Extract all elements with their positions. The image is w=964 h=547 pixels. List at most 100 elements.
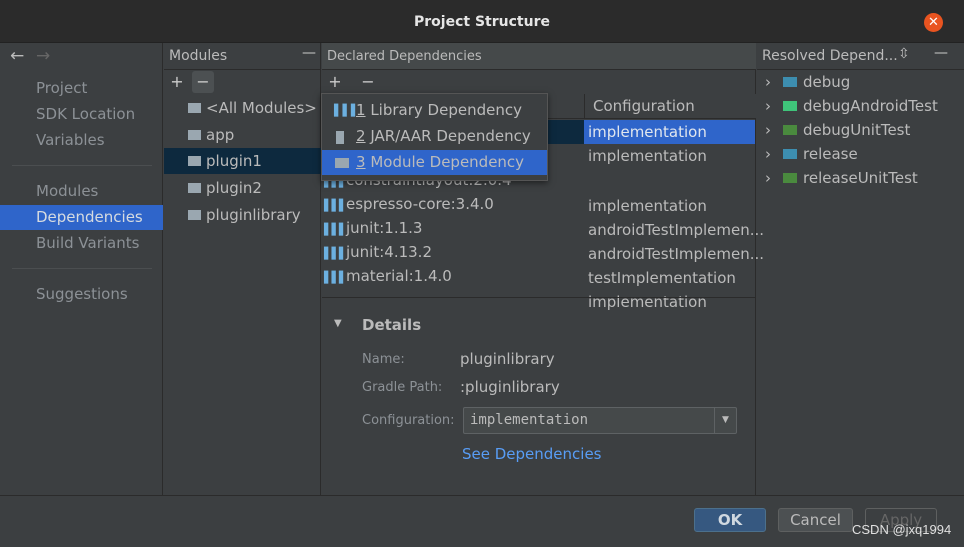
- module-label: plugin2: [206, 179, 262, 197]
- ok-button[interactable]: OK: [694, 508, 766, 532]
- module-item-pluginlibrary[interactable]: pluginlibrary: [188, 202, 301, 228]
- sidebar: ← → Project SDK Location Variables Modul…: [0, 43, 163, 495]
- sidebar-item-suggestions[interactable]: Suggestions: [0, 282, 163, 307]
- module-item-all[interactable]: <All Modules>: [188, 95, 317, 121]
- module-item-plugin2[interactable]: plugin2: [188, 175, 262, 201]
- sidebar-item-dependencies[interactable]: Dependencies: [0, 205, 163, 230]
- resolved-dependencies-panel: Resolved Depend... ⇳ — › debug › debugAndr…: [757, 43, 964, 495]
- menu-mnemonic: 3: [356, 153, 366, 171]
- remove-dependency-button[interactable]: −: [357, 71, 379, 93]
- library-icon: ▌▌▌: [324, 247, 347, 260]
- back-arrow-icon[interactable]: ←: [10, 46, 24, 66]
- module-label: <All Modules>: [206, 99, 317, 117]
- tree-label: releaseUnitTest: [803, 169, 918, 187]
- sidebar-item-sdk-location[interactable]: SDK Location: [0, 102, 163, 127]
- folder-icon: [188, 103, 201, 113]
- folder-icon: [783, 149, 797, 159]
- tree-item-release[interactable]: › release: [765, 142, 858, 166]
- table-row[interactable]: ▌▌▌material:1.4.0 implementation: [322, 264, 755, 311]
- add-dependency-button[interactable]: +: [324, 71, 346, 93]
- module-folder-icon: [335, 158, 349, 168]
- divider: [12, 165, 152, 166]
- module-label: plugin1: [206, 152, 262, 170]
- close-icon[interactable]: ✕: [924, 13, 943, 32]
- module-label: app: [206, 126, 235, 144]
- tree-label: release: [803, 145, 858, 163]
- module-folder-icon: [188, 156, 201, 166]
- resolved-header: Resolved Depend...: [757, 43, 964, 70]
- menu-label: Library Dependency: [370, 101, 522, 119]
- tree-item-debugunittest[interactable]: › debugUnitTest: [765, 118, 910, 142]
- menu-label: JAR/AAR Dependency: [370, 127, 531, 145]
- name-value: pluginlibrary: [460, 350, 555, 368]
- watermark: CSDN @jxq1994: [852, 522, 952, 537]
- name-label: Name:: [362, 352, 405, 367]
- modules-title: Modules: [169, 48, 228, 64]
- dependency-name: junit:1.1.3: [346, 219, 423, 237]
- tree-label: debugAndroidTest: [803, 97, 938, 115]
- see-dependencies-link[interactable]: See Dependencies: [462, 445, 602, 463]
- menu-item-jar-aar-dependency[interactable]: 2 JAR/AAR Dependency: [322, 124, 547, 149]
- folder-icon: [783, 77, 797, 87]
- add-module-button[interactable]: +: [166, 71, 188, 93]
- dependency-name: junit:4.13.2: [346, 243, 432, 261]
- modules-header: Modules: [164, 43, 320, 70]
- library-folder-icon: [188, 210, 201, 220]
- forward-arrow-icon[interactable]: →: [36, 46, 50, 66]
- configuration-combobox[interactable]: implementation ▼: [463, 407, 737, 434]
- tree-label: debugUnitTest: [803, 121, 911, 139]
- divider: [322, 297, 756, 298]
- module-item-app[interactable]: app: [188, 122, 234, 148]
- title-bar: Project Structure ✕: [0, 0, 964, 43]
- library-icon: ▌▌▌: [324, 199, 347, 212]
- button-bar: OK Cancel Apply CSDN @jxq1994: [0, 495, 964, 547]
- dependency-config: implementation: [588, 293, 707, 311]
- library-icon: ▌▌▌: [324, 271, 347, 284]
- configuration-label: Configuration:: [362, 413, 455, 428]
- resolved-title: Resolved Depend...: [762, 48, 898, 64]
- add-dependency-popup: ▌▌▌ 1 Library Dependency 2 JAR/AAR Depend…: [321, 93, 548, 181]
- dependency-name: material:1.4.0: [346, 267, 452, 285]
- cancel-button[interactable]: Cancel: [778, 508, 853, 532]
- table-row[interactable]: ▌▌▌junit:4.13.2 testImplementation: [322, 240, 755, 287]
- folder-icon: [783, 173, 797, 183]
- folder-icon: [783, 101, 797, 111]
- gradle-path-value: :pluginlibrary: [460, 378, 560, 396]
- tree-item-debug[interactable]: › debug: [765, 70, 850, 94]
- declared-header: Declared Dependencies: [322, 43, 756, 70]
- dependency-name: espresso-core:3.4.0: [346, 195, 494, 213]
- module-folder-icon: [188, 183, 201, 193]
- configuration-value: implementation: [470, 412, 589, 428]
- dependency-config: implementation: [588, 147, 707, 165]
- collapse-panel-button[interactable]: —: [302, 45, 316, 61]
- collapse-triangle-icon[interactable]: ▼: [334, 318, 342, 329]
- chevron-down-icon[interactable]: ▼: [714, 408, 736, 433]
- menu-label: Module Dependency: [370, 153, 525, 171]
- modules-panel: Modules — + − <All Modules> app plugin1 …: [164, 43, 321, 495]
- folder-icon: [783, 125, 797, 135]
- window-title: Project Structure: [414, 14, 550, 30]
- collapse-panel-button[interactable]: —: [934, 45, 948, 61]
- sidebar-item-build-variants[interactable]: Build Variants: [0, 231, 163, 256]
- sidebar-item-modules[interactable]: Modules: [0, 179, 163, 204]
- details-title: Details: [362, 316, 422, 334]
- collapse-all-icon[interactable]: ⇳: [898, 46, 910, 62]
- column-configuration[interactable]: Configuration: [584, 94, 695, 119]
- gradle-path-label: Gradle Path:: [362, 380, 443, 395]
- library-icon: ▌▌▌: [324, 223, 347, 236]
- menu-item-module-dependency[interactable]: 3 Module Dependency: [322, 150, 547, 175]
- module-folder-icon: [188, 130, 201, 140]
- sidebar-item-variables[interactable]: Variables: [0, 128, 163, 153]
- dependency-config: implementation: [584, 120, 755, 144]
- remove-module-button[interactable]: −: [192, 71, 214, 93]
- menu-item-library-dependency[interactable]: ▌▌▌ 1 Library Dependency: [322, 98, 547, 123]
- divider: [12, 268, 152, 269]
- table-row[interactable]: ▌▌▌espresso-core:3.4.0 androidTestImpleme…: [322, 192, 764, 239]
- tree-item-debugandroidtest[interactable]: › debugAndroidTest: [765, 94, 938, 118]
- tree-label: debug: [803, 73, 851, 91]
- table-row[interactable]: ▌▌▌junit:1.1.3 androidTestImplemen...: [322, 216, 764, 263]
- menu-mnemonic: 2: [356, 127, 366, 145]
- module-item-plugin1[interactable]: plugin1: [164, 148, 321, 174]
- tree-item-releaseunittest[interactable]: › releaseUnitTest: [765, 166, 918, 190]
- sidebar-item-project[interactable]: Project: [0, 76, 163, 101]
